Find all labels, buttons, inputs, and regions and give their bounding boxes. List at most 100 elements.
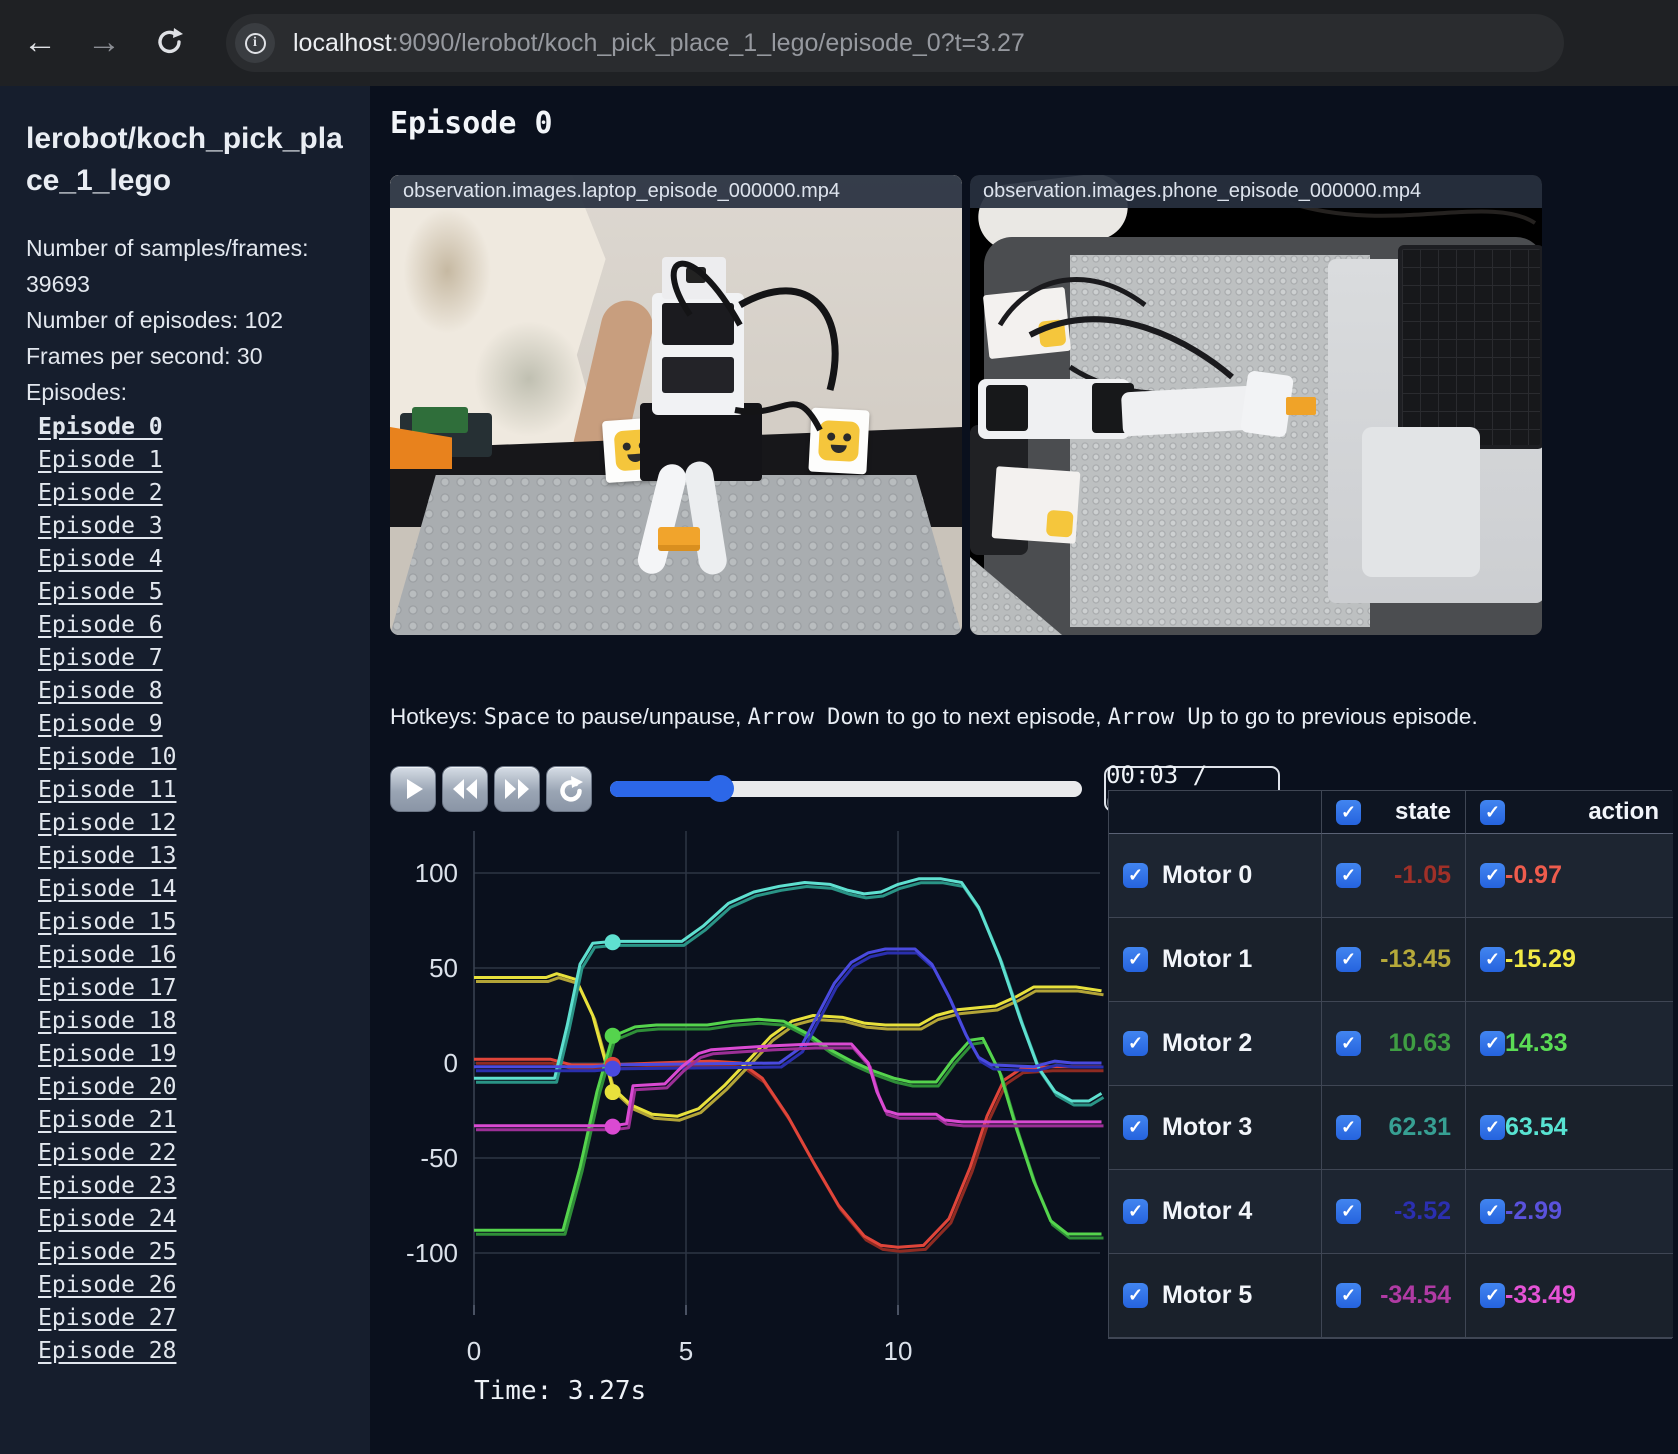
motor3-state-value: 62.31 [1388, 1113, 1451, 1141]
motor5-action-checkbox[interactable] [1480, 1283, 1505, 1308]
video-title-laptop: observation.images.laptop_episode_000000… [390, 175, 962, 208]
motor1-state-cell: -13.45 [1322, 918, 1466, 1002]
sidebar-episode-link[interactable]: Episode 16 [38, 939, 176, 972]
motor0-checkbox[interactable] [1123, 863, 1148, 888]
action-header-label: action [1588, 798, 1659, 825]
motor-position-chart[interactable]: 100 50 0 -50 -100 0 5 10 [378, 791, 1108, 1441]
motor3-state-checkbox[interactable] [1336, 1115, 1361, 1140]
motor5-action-value: -33.49 [1505, 1281, 1576, 1309]
reload-icon[interactable] [148, 20, 192, 64]
sidebar-episode-link[interactable]: Episode 5 [38, 576, 163, 609]
table-row-motor5-label: Motor 5 [1109, 1254, 1322, 1338]
sidebar-episode-link[interactable]: Episode 8 [38, 675, 163, 708]
svg-text:-50: -50 [420, 1143, 458, 1173]
motor4-action-checkbox[interactable] [1480, 1199, 1505, 1224]
svg-text:0: 0 [444, 1048, 458, 1078]
svg-text:5: 5 [679, 1336, 693, 1366]
motor4-checkbox[interactable] [1123, 1199, 1148, 1224]
sidebar-episode-link[interactable]: Episode 11 [38, 774, 176, 807]
sidebar-episode-link[interactable]: Episode 14 [38, 873, 176, 906]
sidebar-episode-link[interactable]: Episode 6 [38, 609, 163, 642]
sidebar-episode-link[interactable]: Episode 24 [38, 1203, 176, 1236]
motor1-checkbox[interactable] [1123, 947, 1148, 972]
sidebar-episode-link[interactable]: Episode 23 [38, 1170, 176, 1203]
episode-title: Episode 0 [390, 106, 553, 141]
sidebar-episode-link[interactable]: Episode 27 [38, 1302, 176, 1335]
forward-icon[interactable]: → [82, 20, 126, 64]
motor0-state-checkbox[interactable] [1336, 863, 1361, 888]
site-info-icon[interactable]: i [235, 23, 275, 63]
episodes-list-label: Episodes: [26, 379, 128, 405]
sidebar-episode-link[interactable]: Episode 18 [38, 1005, 176, 1038]
motor3-action-checkbox[interactable] [1480, 1115, 1505, 1140]
motor1-action-checkbox[interactable] [1480, 947, 1505, 972]
stat-fps: Frames per second: 30 [26, 343, 263, 369]
sidebar-episode-link[interactable]: Episode 28 [38, 1335, 176, 1368]
table-corner-cell [1109, 791, 1322, 834]
motor4-state-cell: -3.52 [1322, 1170, 1466, 1254]
motor1-state-checkbox[interactable] [1336, 947, 1361, 972]
motor4-action-cell: -2.99 [1466, 1170, 1673, 1254]
motor4-state-value: -3.52 [1394, 1197, 1451, 1225]
state-column-checkbox[interactable] [1336, 799, 1361, 825]
svg-text:10: 10 [884, 1336, 913, 1366]
motor5-checkbox[interactable] [1123, 1283, 1148, 1308]
sidebar-episode-link[interactable]: Episode 3 [38, 510, 163, 543]
sidebar-episode-link[interactable]: Episode 4 [38, 543, 163, 576]
sidebar-episode-link[interactable]: Episode 12 [38, 807, 176, 840]
sidebar-episode-link[interactable]: Episode 2 [38, 477, 163, 510]
sidebar-episode-link[interactable]: Episode 15 [38, 906, 176, 939]
table-row-motor0-label: Motor 0 [1109, 834, 1322, 918]
sidebar-episode-link[interactable]: Episode 17 [38, 972, 176, 1005]
sidebar-episode-link[interactable]: Episode 25 [38, 1236, 176, 1269]
motor4-action-value: -2.99 [1505, 1197, 1562, 1225]
video-row: observation.images.laptop_episode_000000… [390, 175, 1542, 635]
svg-text:50: 50 [429, 953, 458, 983]
motor0-action-checkbox[interactable] [1480, 863, 1505, 888]
motor5-state-checkbox[interactable] [1336, 1283, 1361, 1308]
hotkeys-help: Hotkeys: Space to pause/unpause, Arrow D… [390, 704, 1540, 730]
video-phone-camera[interactable]: observation.images.phone_episode_000000.… [970, 175, 1542, 635]
sidebar-episode-link[interactable]: Episode 13 [38, 840, 176, 873]
motor2-state-checkbox[interactable] [1336, 1031, 1361, 1056]
sidebar-episode-link[interactable]: Episode 26 [38, 1269, 176, 1302]
motor1-action-cell: -15.29 [1466, 918, 1673, 1002]
motor3-state-cell: 62.31 [1322, 1086, 1466, 1170]
sidebar-episode-link[interactable]: Episode 20 [38, 1071, 176, 1104]
action-column-checkbox[interactable] [1480, 799, 1505, 825]
sidebar-episode-link[interactable]: Episode 22 [38, 1137, 176, 1170]
sidebar-episode-link[interactable]: Episode 19 [38, 1038, 176, 1071]
motor4-state-checkbox[interactable] [1336, 1199, 1361, 1224]
motor1-action-value: -15.29 [1505, 945, 1576, 973]
sidebar-episode-link[interactable]: Episode 0 [38, 411, 163, 444]
motor2-checkbox[interactable] [1123, 1031, 1148, 1056]
sidebar-episode-link[interactable]: Episode 1 [38, 444, 163, 477]
motor5-label: Motor 5 [1162, 1281, 1253, 1309]
orange-lego-brick [658, 527, 700, 551]
motor3-checkbox[interactable] [1123, 1115, 1148, 1140]
sidebar-episode-link[interactable]: Episode 7 [38, 642, 163, 675]
motor2-label: Motor 2 [1162, 1029, 1253, 1057]
motor0-label: Motor 0 [1162, 861, 1253, 889]
sidebar-episode-link[interactable]: Episode 10 [38, 741, 176, 774]
motor0-state-cell: -1.05 [1322, 834, 1466, 918]
table-row-motor1-label: Motor 1 [1109, 918, 1322, 1002]
video-laptop-camera[interactable]: observation.images.laptop_episode_000000… [390, 175, 962, 635]
hotkey-arrow-down: Arrow Down [747, 705, 881, 730]
back-icon[interactable]: ← [18, 20, 62, 64]
main-content: Episode 0 observation.images.laptop_epis… [370, 86, 1678, 1454]
motor5-state-value: -34.54 [1380, 1281, 1451, 1309]
dataset-title: lerobot/koch_pick_place_1_lego [26, 122, 343, 197]
motor3-action-value: 63.54 [1505, 1113, 1568, 1141]
url-path: :9090/lerobot/koch_pick_place_1_lego/epi… [391, 28, 1025, 57]
sidebar-episode-link[interactable]: Episode 21 [38, 1104, 176, 1137]
hotkeys-mid1: to pause/unpause, [550, 704, 748, 729]
robot-arm-segment2 [1120, 385, 1256, 437]
motor0-action-value: -0.97 [1505, 861, 1562, 889]
motor-table: state action Motor 0 -1.05 -0.97 Motor 1… [1108, 790, 1673, 1339]
sidebar-episode-link[interactable]: Episode 9 [38, 708, 163, 741]
motor2-action-checkbox[interactable] [1480, 1031, 1505, 1056]
address-bar[interactable]: i localhost:9090/lerobot/koch_pick_place… [226, 14, 1564, 72]
stat-episodes: Number of episodes: 102 [26, 307, 283, 333]
state-header-cell: state [1322, 791, 1466, 834]
